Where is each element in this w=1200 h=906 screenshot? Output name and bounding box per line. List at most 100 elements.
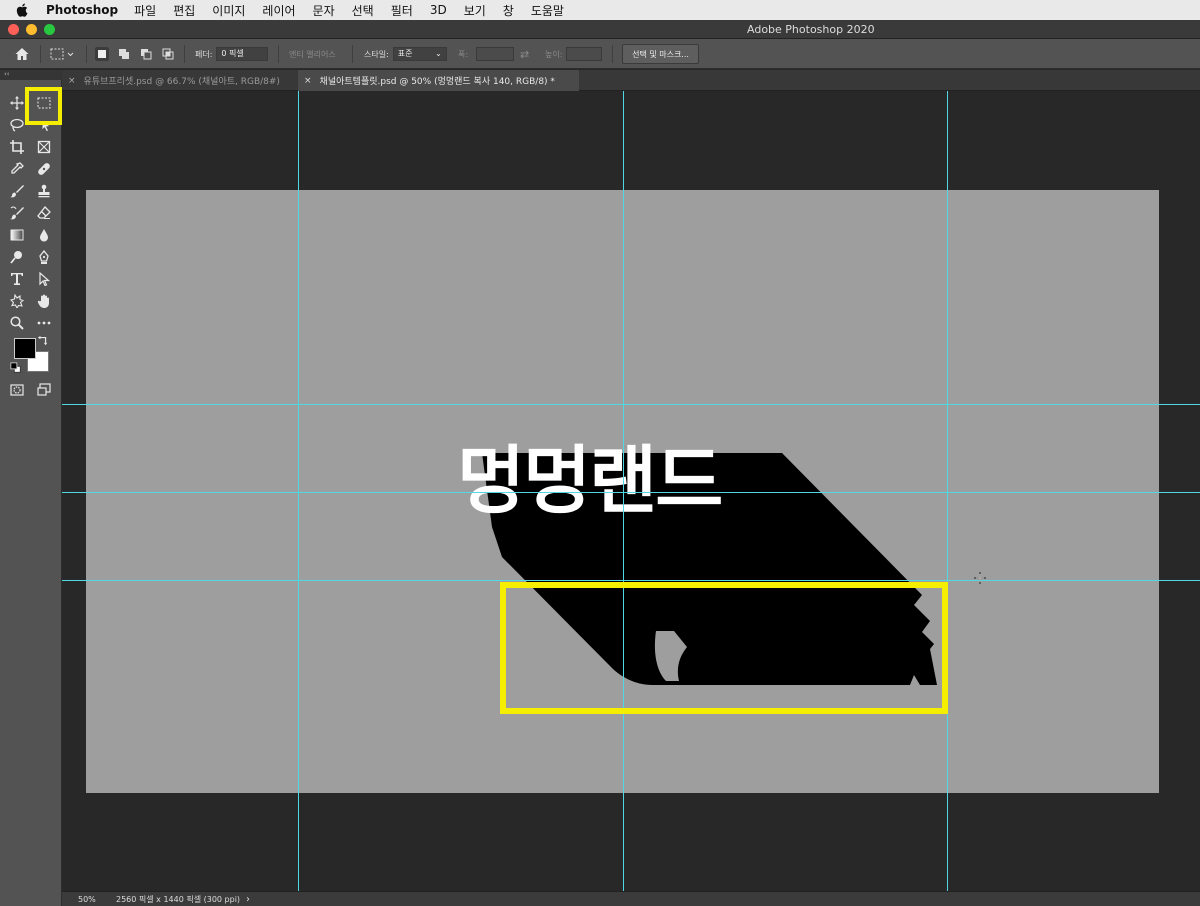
feather-input[interactable]: 0 픽셀 bbox=[216, 47, 269, 61]
clone-stamp-tool[interactable] bbox=[34, 181, 54, 201]
horizontal-guide[interactable] bbox=[62, 492, 1200, 493]
gradient-tool-icon bbox=[10, 229, 24, 241]
tool-preset-picker[interactable] bbox=[50, 39, 74, 69]
healing-brush-tool-icon bbox=[38, 163, 50, 175]
zoom-level[interactable]: 50% bbox=[78, 895, 116, 904]
tab-channel-art-template[interactable]: × 채널아트템플릿.psd @ 50% (멍멍랜드 복사 140, RGB/8)… bbox=[298, 70, 579, 91]
mac-menubar: Photoshop 파일 편집 이미지 레이어 문자 선택 필터 3D 보기 창… bbox=[0, 0, 1200, 20]
path-selection-tool-icon bbox=[39, 272, 51, 286]
vertical-guide[interactable] bbox=[623, 91, 624, 891]
marquee-preset-icon bbox=[50, 48, 74, 60]
horizontal-guide[interactable] bbox=[62, 580, 1200, 581]
home-button[interactable] bbox=[14, 39, 30, 69]
minimize-window-button[interactable] bbox=[26, 24, 37, 35]
canvas-title-text[interactable]: 멍멍랜드 bbox=[457, 436, 723, 526]
lasso-tool[interactable] bbox=[7, 115, 27, 135]
history-brush-tool[interactable] bbox=[7, 203, 27, 223]
pen-tool[interactable] bbox=[34, 247, 54, 267]
frame-tool-icon bbox=[37, 140, 51, 154]
default-colors-icon bbox=[10, 362, 21, 373]
intersect-selection-icon bbox=[162, 48, 174, 60]
move-tool[interactable] bbox=[7, 93, 27, 113]
tab-youtube-preset[interactable]: × 유튜브프리셋.psd @ 66.7% (채널아트, RGB/8#) bbox=[62, 70, 298, 91]
document-tabs: × 유튜브프리셋.psd @ 66.7% (채널아트, RGB/8#) × 채널… bbox=[62, 70, 1200, 91]
maximize-window-button[interactable] bbox=[44, 24, 55, 35]
document-workspace[interactable]: 멍멍랜드 bbox=[62, 91, 1200, 891]
default-colors-button[interactable] bbox=[10, 362, 22, 374]
type-tool[interactable] bbox=[7, 269, 27, 289]
document-info: 2560 픽셀 x 1440 픽셀 (300 ppi) bbox=[116, 894, 241, 904]
window-titlebar: Adobe Photoshop 2020 bbox=[0, 20, 1200, 39]
menu-layer[interactable]: 레이어 bbox=[262, 2, 295, 19]
gradient-tool[interactable] bbox=[7, 225, 27, 245]
menu-filter[interactable]: 필터 bbox=[391, 2, 413, 19]
path-selection-tool[interactable] bbox=[34, 269, 54, 289]
toolbar-collapse-button[interactable]: ‹‹ bbox=[0, 70, 62, 80]
close-tab-icon[interactable]: × bbox=[304, 76, 312, 86]
more-tools-button[interactable] bbox=[34, 313, 54, 333]
crop-tool-icon bbox=[10, 140, 24, 154]
home-icon bbox=[15, 48, 29, 60]
eraser-tool-icon bbox=[37, 206, 51, 219]
zoom-tool[interactable] bbox=[7, 313, 27, 333]
custom-shape-tool[interactable] bbox=[7, 291, 27, 311]
menu-3d[interactable]: 3D bbox=[430, 3, 447, 17]
blur-tool[interactable] bbox=[34, 225, 54, 245]
status-menu-arrow-icon[interactable]: › bbox=[246, 894, 250, 905]
eraser-tool[interactable] bbox=[34, 203, 54, 223]
frame-tool[interactable] bbox=[34, 137, 54, 157]
hand-tool[interactable] bbox=[34, 291, 54, 311]
apple-logo-icon[interactable] bbox=[16, 3, 32, 17]
style-select[interactable]: 표준 ⌄ bbox=[392, 47, 447, 61]
select-and-mask-button[interactable]: 선택 및 마스크... bbox=[622, 44, 699, 64]
close-window-button[interactable] bbox=[8, 24, 19, 35]
screen-mode-button[interactable] bbox=[34, 380, 54, 400]
custom-shape-tool-icon bbox=[10, 294, 24, 308]
menu-edit[interactable]: 편집 bbox=[173, 2, 195, 19]
menu-file[interactable]: 파일 bbox=[134, 2, 156, 19]
tab-label: 유튜브프리셋.psd @ 66.7% (채널아트, RGB/8#) bbox=[83, 77, 280, 87]
brush-tool-icon bbox=[10, 185, 24, 198]
style-select-value: 표준 bbox=[397, 49, 413, 58]
height-input[interactable] bbox=[566, 47, 603, 61]
antialias-checkbox-label[interactable]: 앤티 앨리어스 bbox=[289, 49, 336, 60]
menu-image[interactable]: 이미지 bbox=[212, 2, 245, 19]
clone-stamp-tool-icon bbox=[38, 184, 50, 198]
app-name-menu[interactable]: Photoshop bbox=[46, 3, 118, 17]
tab-label: 채널아트템플릿.psd @ 50% (멍멍랜드 복사 140, RGB/8) * bbox=[319, 77, 555, 87]
add-selection-button[interactable] bbox=[117, 47, 131, 61]
feather-label: 페더: bbox=[195, 49, 213, 59]
new-selection-button[interactable] bbox=[95, 47, 109, 61]
width-label: 폭: bbox=[458, 49, 469, 59]
crop-tool[interactable] bbox=[7, 137, 27, 157]
foreground-color-swatch[interactable] bbox=[14, 338, 36, 359]
move-tool-icon bbox=[10, 96, 24, 110]
type-tool-icon bbox=[11, 273, 23, 285]
healing-brush-tool[interactable] bbox=[34, 159, 54, 179]
eyedropper-tool[interactable] bbox=[7, 159, 27, 179]
quick-mask-button[interactable] bbox=[7, 380, 27, 400]
brush-tool[interactable] bbox=[7, 181, 27, 201]
history-brush-tool-icon bbox=[10, 206, 24, 220]
chevron-down-icon: ⌄ bbox=[435, 49, 442, 58]
vertical-guide[interactable] bbox=[298, 91, 299, 891]
dodge-tool[interactable] bbox=[7, 247, 27, 267]
pen-tool-icon bbox=[39, 250, 49, 264]
close-tab-icon[interactable]: × bbox=[68, 76, 76, 86]
menu-type[interactable]: 문자 bbox=[313, 2, 335, 19]
subtract-selection-button[interactable] bbox=[139, 47, 153, 61]
swap-colors-button[interactable] bbox=[37, 335, 49, 347]
menu-help[interactable]: 도움말 bbox=[531, 2, 564, 19]
vertical-guide[interactable] bbox=[947, 91, 948, 891]
menu-window[interactable]: 창 bbox=[503, 2, 514, 19]
intersect-selection-button[interactable] bbox=[161, 47, 175, 61]
swap-width-height-button[interactable]: ⇄ bbox=[520, 39, 529, 69]
zoom-tool-icon bbox=[10, 316, 24, 330]
menu-view[interactable]: 보기 bbox=[464, 2, 486, 19]
new-selection-icon bbox=[98, 50, 106, 58]
menu-select[interactable]: 선택 bbox=[352, 2, 374, 19]
width-input[interactable] bbox=[476, 47, 515, 61]
swap-arrows-icon: ⇄ bbox=[520, 47, 530, 61]
window-title: Adobe Photoshop 2020 bbox=[747, 23, 875, 36]
horizontal-guide[interactable] bbox=[62, 404, 1200, 405]
